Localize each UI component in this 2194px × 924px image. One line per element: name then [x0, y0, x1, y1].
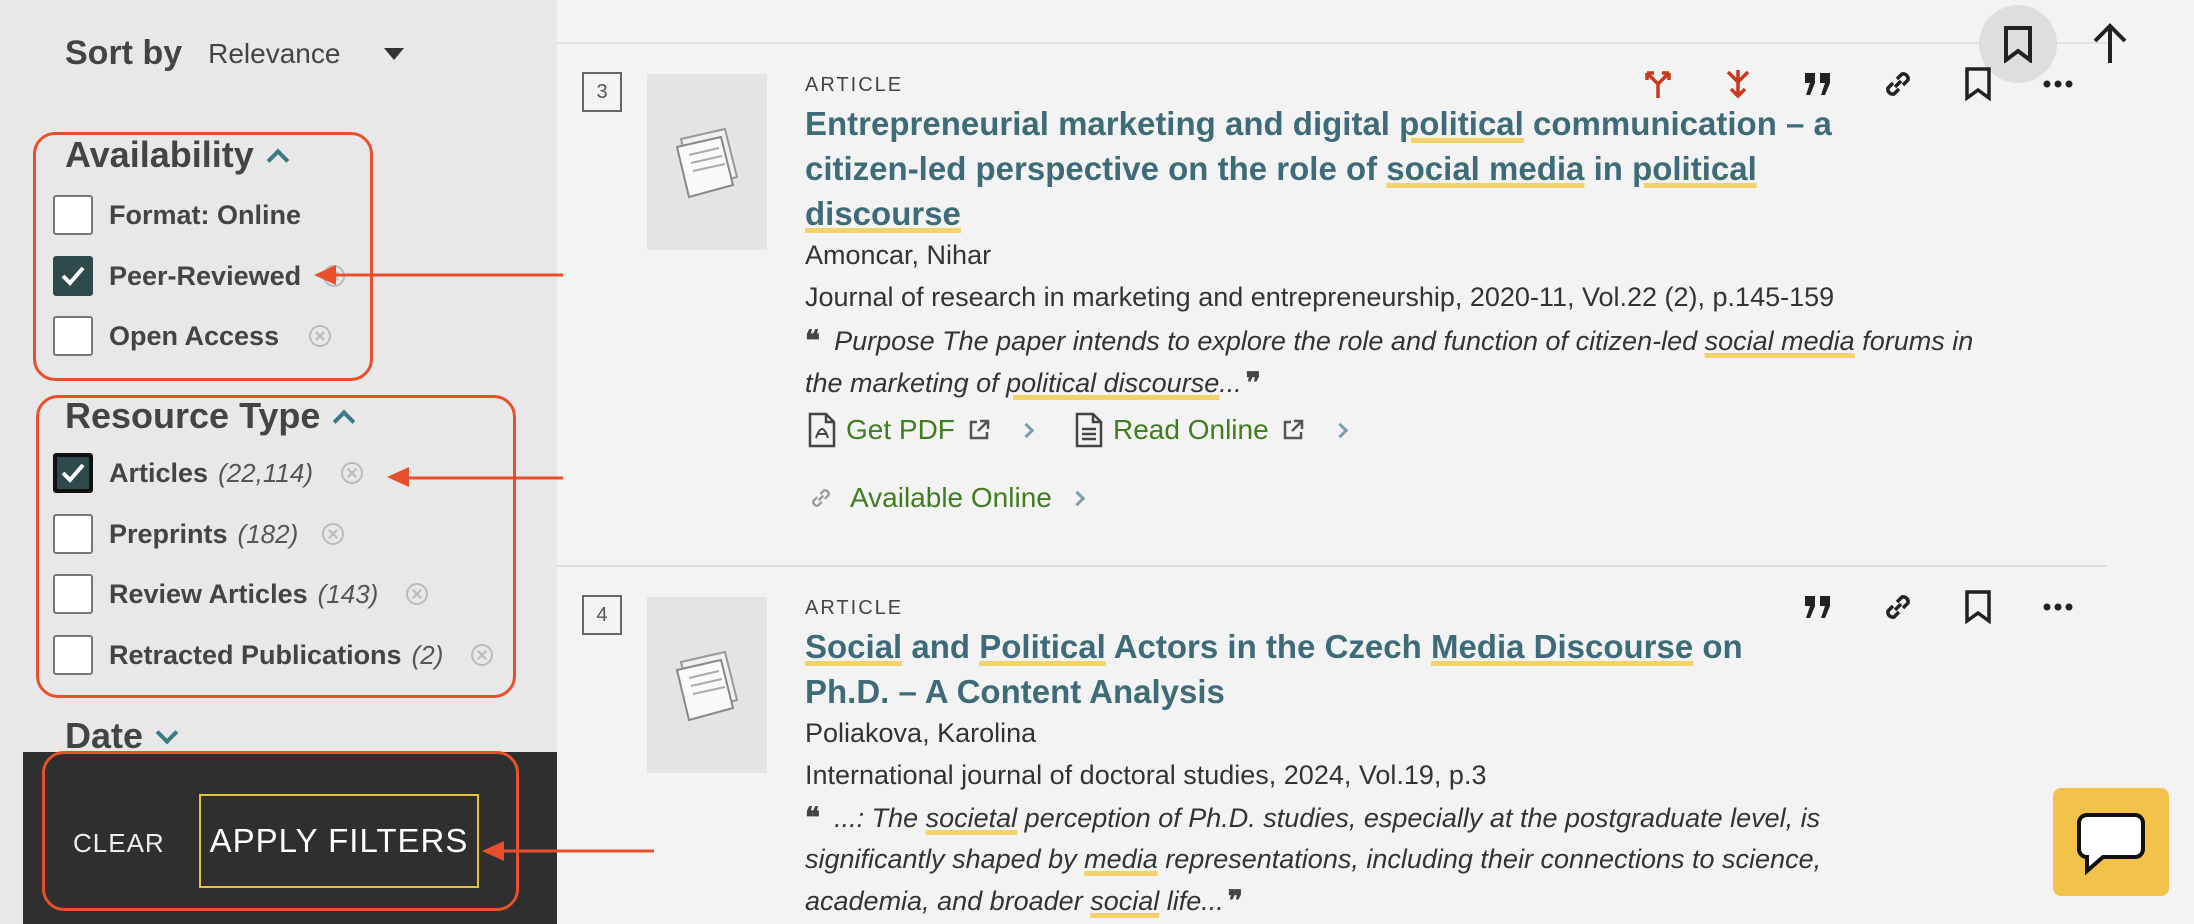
title-highlight[interactable]: social media [1386, 150, 1584, 187]
cite-button[interactable] [1798, 64, 1838, 104]
title-highlight[interactable]: Media Discourse [1431, 628, 1693, 665]
save-button[interactable] [1958, 64, 1998, 104]
read-online-link[interactable]: Read Online [1075, 412, 1348, 448]
available-online-link[interactable]: Available Online [808, 482, 1086, 514]
snippet-text: ... [1219, 368, 1242, 398]
quote-close-icon: ❞ [1245, 367, 1261, 398]
snippet-highlight: social [1090, 886, 1160, 916]
result-author[interactable]: Amoncar, Nihar [805, 240, 991, 271]
save-button[interactable] [1958, 587, 1998, 627]
title-text[interactable]: Actors in the Czech [1106, 628, 1431, 665]
arrow-up-icon [2093, 23, 2127, 63]
more-actions-button[interactable] [2038, 64, 2078, 104]
title-text[interactable]: Entrepreneurial marketing and digital [805, 105, 1399, 142]
link-icon [1886, 595, 1910, 619]
result-type: ARTICLE [805, 597, 904, 619]
external-link-icon [1283, 419, 1303, 440]
chevron-right-icon[interactable] [1069, 490, 1086, 506]
more-icon [2043, 603, 2073, 611]
result-source: International journal of doctoral studie… [805, 760, 1487, 790]
back-to-top-button[interactable] [2090, 22, 2130, 66]
result-actions [1798, 587, 2078, 627]
result-actions [1638, 64, 2078, 104]
title-highlight[interactable]: discourse [805, 195, 961, 232]
result-divider [557, 565, 2107, 567]
split-icon [1726, 70, 1750, 99]
quote-open-icon: ❝ [805, 802, 821, 833]
merge-icon [1645, 71, 1671, 98]
pdf-icon [808, 412, 836, 448]
more-actions-button[interactable] [2038, 587, 2078, 627]
read-online-label[interactable]: Read Online [1113, 414, 1269, 446]
result-thumbnail [647, 74, 767, 250]
result-author[interactable]: Poliakova, Karolina [805, 718, 1036, 749]
chevron-right-icon[interactable] [1332, 422, 1348, 438]
bookmark-icon [1965, 67, 1991, 101]
title-text[interactable]: in [1584, 150, 1632, 187]
result-title[interactable]: Entrepreneurial marketing and digital po… [805, 101, 1835, 236]
link-icon [812, 489, 830, 507]
split-button[interactable] [1718, 64, 1758, 104]
result-number: 4 [582, 595, 622, 635]
get-pdf-label[interactable]: Get PDF [846, 414, 955, 446]
result-snippet: ❝ Purpose The paper intends to explore th… [805, 320, 1985, 404]
snippet-text: life... [1159, 886, 1224, 916]
result-source: Journal of research in marketing and ent… [805, 282, 1835, 312]
sort-label: Sort by [65, 34, 183, 72]
permalink-button[interactable] [1878, 587, 1918, 627]
annotation-box-apply [42, 751, 519, 911]
permalink-button[interactable] [1878, 64, 1918, 104]
result-snippet: ❝...: The societal perception of Ph.D. s… [805, 797, 1865, 922]
caret-down-icon[interactable] [384, 47, 405, 60]
more-icon [2043, 80, 2073, 88]
get-pdf-link[interactable]: Get PDF [808, 412, 1035, 448]
annotation-arrow [387, 467, 563, 487]
chat-button[interactable] [2053, 788, 2169, 896]
sort-control[interactable]: Sort by Relevance [65, 34, 405, 73]
result-thumbnail [647, 597, 767, 773]
snippet-highlight: social media [1704, 326, 1855, 356]
title-highlight[interactable]: political [1632, 150, 1757, 187]
article-thumbnail-icon [675, 650, 739, 722]
quote-close-icon: ❞ [1227, 885, 1243, 916]
chat-icon [2077, 813, 2145, 875]
title-text[interactable]: and [902, 628, 979, 665]
bookmark-icon [1965, 590, 1991, 624]
title-highlight[interactable]: Social [805, 628, 902, 665]
link-icon [1886, 72, 1910, 96]
document-icon [1075, 412, 1103, 448]
title-highlight[interactable]: Political [979, 628, 1106, 665]
result-title[interactable]: Social and Political Actors in the Czech… [805, 624, 1815, 714]
snippet-highlight: political discourse [1006, 368, 1220, 398]
merge-button[interactable] [1638, 64, 1678, 104]
bookmark-icon [2004, 26, 2032, 63]
snippet-highlight: societal [925, 803, 1018, 833]
quote-icon [1805, 73, 1830, 95]
available-online-label[interactable]: Available Online [850, 482, 1052, 514]
snippet-text: Purpose The paper intends to explore the… [834, 326, 1705, 356]
result-type: ARTICLE [805, 74, 904, 96]
result-number: 3 [582, 72, 622, 112]
cite-button[interactable] [1798, 587, 1838, 627]
external-link-icon [969, 419, 990, 440]
snippet-text: ...: The [834, 803, 926, 833]
annotation-box-resource-type [36, 395, 516, 698]
quote-open-icon: ❝ [805, 325, 821, 356]
chevron-right-icon[interactable] [1018, 422, 1035, 438]
sort-value[interactable]: Relevance [208, 38, 340, 70]
annotation-arrow [482, 841, 654, 861]
title-highlight[interactable]: political [1399, 105, 1524, 142]
divider [557, 42, 2107, 44]
annotation-arrow [314, 265, 563, 285]
quote-icon [1805, 596, 1830, 618]
chevron-down-icon[interactable] [155, 721, 179, 745]
snippet-highlight: media [1084, 844, 1158, 874]
article-thumbnail-icon [675, 127, 739, 199]
